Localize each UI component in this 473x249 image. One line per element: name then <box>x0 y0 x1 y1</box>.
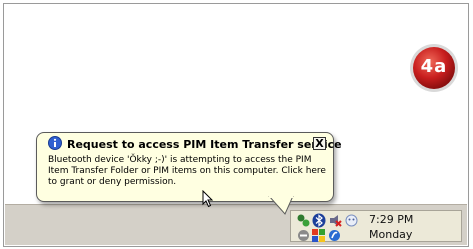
tray-clock[interactable]: 7:29 PM Monday <box>369 212 459 242</box>
messenger-icon[interactable] <box>345 214 358 227</box>
system-tray: 7:29 PM Monday <box>290 210 462 242</box>
balloon-message-line: Bluetooth device 'Ŏkky ;-)' is attemptin… <box>48 155 312 165</box>
safely-remove-icon[interactable] <box>297 229 310 242</box>
antivirus-icon[interactable] <box>328 229 341 242</box>
step-badge-label: 4a <box>420 56 448 77</box>
balloon-message-line: Item Transfer Folder or PIM items on thi… <box>48 166 326 176</box>
clock-time: 7:29 PM <box>369 213 414 226</box>
network-icon[interactable] <box>297 214 310 227</box>
notification-balloon[interactable]: Request to access PIM Item Transfer serv… <box>36 132 342 202</box>
desktop-window: 7:29 PM Monday <box>3 3 469 247</box>
balloon-tail <box>268 196 294 215</box>
security-icon[interactable] <box>312 229 325 242</box>
info-icon <box>48 136 62 150</box>
taskbar: 7:29 PM Monday <box>5 204 467 245</box>
balloon-message[interactable]: Bluetooth device 'Ŏkky ;-)' is attemptin… <box>48 155 326 188</box>
balloon-message-line: to grant or deny permission. <box>48 177 177 187</box>
tray-icons <box>293 212 361 242</box>
speaker-icon[interactable] <box>329 214 342 227</box>
close-button[interactable]: X <box>313 137 326 150</box>
clock-day: Monday <box>369 228 413 241</box>
bluetooth-icon[interactable] <box>312 213 326 228</box>
mouse-cursor-icon <box>202 190 214 208</box>
balloon-title: Request to access PIM Item Transfer serv… <box>67 138 342 151</box>
